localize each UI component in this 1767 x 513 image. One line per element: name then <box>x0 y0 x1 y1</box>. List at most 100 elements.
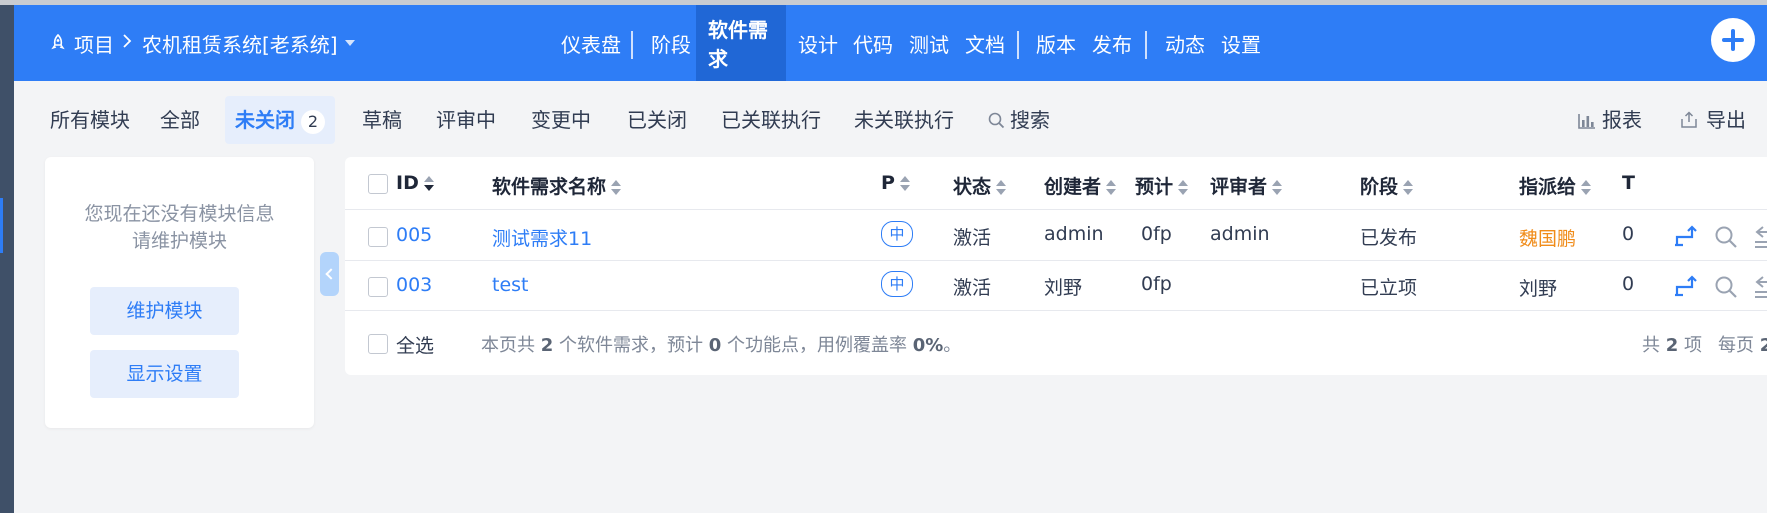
plus-icon[interactable] <box>1711 18 1755 62</box>
row-status: 激活 <box>953 277 992 299</box>
row-creator: admin <box>1044 223 1104 245</box>
filter-all-modules[interactable]: 所有模块 <box>50 96 130 144</box>
select-all-label[interactable]: 全选 <box>396 331 434 358</box>
sort-icon <box>1581 179 1592 196</box>
row-status: 激活 <box>953 227 992 249</box>
review-icon[interactable] <box>1714 225 1738 249</box>
per-page-selector[interactable]: 每页 2 <box>1718 331 1767 357</box>
nav-dashboard[interactable]: 仪表盘 <box>549 5 633 81</box>
page-summary: 本页共 2 个软件需求，预计 0 个功能点，用例覆盖率 0%。 <box>481 335 962 356</box>
collapse-sidebar-handle[interactable] <box>320 252 339 296</box>
nav-code[interactable]: 代码 <box>841 5 905 81</box>
change-stage-icon[interactable] <box>1674 224 1700 248</box>
row-reviewer: admin <box>1210 223 1270 245</box>
row-stage: 已发布 <box>1360 227 1418 249</box>
column-id[interactable]: ID <box>396 172 434 194</box>
breadcrumb-project[interactable]: 项目 <box>50 5 114 81</box>
nav-activity[interactable]: 动态 <box>1153 5 1217 81</box>
column-assigned[interactable]: 指派给 <box>1519 172 1592 199</box>
priority-badge: 中 <box>881 271 913 297</box>
priority-badge: 中 <box>881 221 913 247</box>
filter-reviewing[interactable]: 评审中 <box>436 96 496 144</box>
module-panel: 您现在还没有模块信息 请维护模块 维护模块 显示设置 <box>45 157 314 428</box>
column-name[interactable]: 软件需求名称 <box>492 172 622 199</box>
row-stage: 已立项 <box>1360 277 1418 299</box>
column-stage[interactable]: 阶段 <box>1360 172 1414 199</box>
nav-build[interactable]: 版本 <box>1024 5 1088 81</box>
project-label: 项目 <box>74 32 114 57</box>
nav-divider <box>1145 31 1147 59</box>
column-priority[interactable]: P <box>881 172 910 194</box>
maintain-module-button[interactable]: 维护模块 <box>90 287 239 335</box>
caret-down-icon <box>344 40 355 46</box>
open-count-badge: 2 <box>301 109 325 134</box>
filter-linked-execution[interactable]: 已关联执行 <box>721 96 821 144</box>
row-divider <box>345 209 1767 210</box>
app-sidebar-strip <box>0 5 14 513</box>
row-checkbox[interactable] <box>368 277 388 297</box>
more-icon[interactable] <box>1753 276 1767 298</box>
sort-icon <box>996 179 1007 196</box>
empty-module-hint: 请维护模块 <box>131 230 227 252</box>
report-label: 报表 <box>1602 108 1642 132</box>
sort-icon <box>1403 179 1414 196</box>
filter-closed[interactable]: 已关闭 <box>627 96 687 144</box>
filter-changing[interactable]: 变更中 <box>531 96 591 144</box>
nav-requirements[interactable]: 软件需求 <box>696 5 786 81</box>
filter-draft[interactable]: 草稿 <box>362 96 402 144</box>
row-id-link[interactable]: 005 <box>396 224 432 246</box>
product-name: 农机租赁系统[老系统] <box>142 32 338 57</box>
sort-desc-icon <box>423 175 434 192</box>
row-name-link[interactable]: test <box>492 274 529 296</box>
requirements-table: ID 软件需求名称 P 状态 创建者 预计 评审者 阶段 指派给 T 005 测… <box>345 157 1767 375</box>
export-icon <box>1681 111 1697 128</box>
export-button[interactable]: 导出 <box>1680 96 1746 144</box>
row-creator: 刘野 <box>1044 277 1083 299</box>
product-switcher[interactable]: 农机租赁系统[老系统] <box>142 5 356 81</box>
report-button[interactable]: 报表 <box>1578 96 1642 144</box>
review-icon[interactable] <box>1714 275 1738 299</box>
total-records: 共 2 项 <box>1642 335 1702 356</box>
row-assigned[interactable]: 魏国鹏 <box>1519 224 1576 251</box>
nav-settings[interactable]: 设置 <box>1209 5 1273 81</box>
header-checkbox[interactable] <box>368 174 388 194</box>
nav-docs[interactable]: 文档 <box>953 5 1017 81</box>
bar-chart-icon <box>1578 114 1595 129</box>
row-assigned[interactable]: 刘野 <box>1519 274 1557 301</box>
row-estimate: 0fp <box>1141 273 1172 295</box>
sidebar-active-indicator <box>0 198 3 253</box>
change-stage-icon[interactable] <box>1674 274 1700 298</box>
row-divider <box>345 260 1767 261</box>
column-estimate[interactable]: 预计 <box>1135 172 1189 199</box>
row-estimate: 0fp <box>1141 223 1172 245</box>
export-label: 导出 <box>1706 108 1746 132</box>
column-reviewer[interactable]: 评审者 <box>1210 172 1283 199</box>
sort-icon <box>1272 179 1283 196</box>
search-button[interactable]: 搜索 <box>988 96 1050 144</box>
row-id-link[interactable]: 003 <box>396 274 432 296</box>
nav-divider <box>631 31 633 59</box>
rocket-icon <box>51 34 65 50</box>
nav-release[interactable]: 发布 <box>1080 5 1144 81</box>
filter-unlinked-execution[interactable]: 未关联执行 <box>854 96 954 144</box>
more-icon[interactable] <box>1753 226 1767 248</box>
column-status[interactable]: 状态 <box>953 172 1007 199</box>
sort-icon <box>899 175 910 192</box>
top-header: 项目 农机租赁系统[老系统] 仪表盘 阶段 软件需求 设计 代码 测试 文档 版… <box>14 5 1767 81</box>
display-settings-button[interactable]: 显示设置 <box>90 350 239 398</box>
chevron-right-icon <box>123 34 132 48</box>
row-t: 0 <box>1622 273 1635 295</box>
search-icon <box>988 112 1005 129</box>
nav-divider <box>1017 31 1019 59</box>
row-checkbox[interactable] <box>368 227 388 247</box>
column-t[interactable]: T <box>1622 172 1635 194</box>
filter-all[interactable]: 全部 <box>160 96 200 144</box>
column-creator[interactable]: 创建者 <box>1044 172 1117 199</box>
select-all-checkbox[interactable] <box>368 334 388 354</box>
row-t: 0 <box>1622 223 1635 245</box>
filter-open-label: 未关闭 <box>235 108 295 132</box>
row-name-link[interactable]: 测试需求11 <box>492 224 592 251</box>
filter-open[interactable]: 未关闭 2 <box>225 96 335 144</box>
nav-stage[interactable]: 阶段 <box>639 5 703 81</box>
nav-test[interactable]: 测试 <box>897 5 961 81</box>
